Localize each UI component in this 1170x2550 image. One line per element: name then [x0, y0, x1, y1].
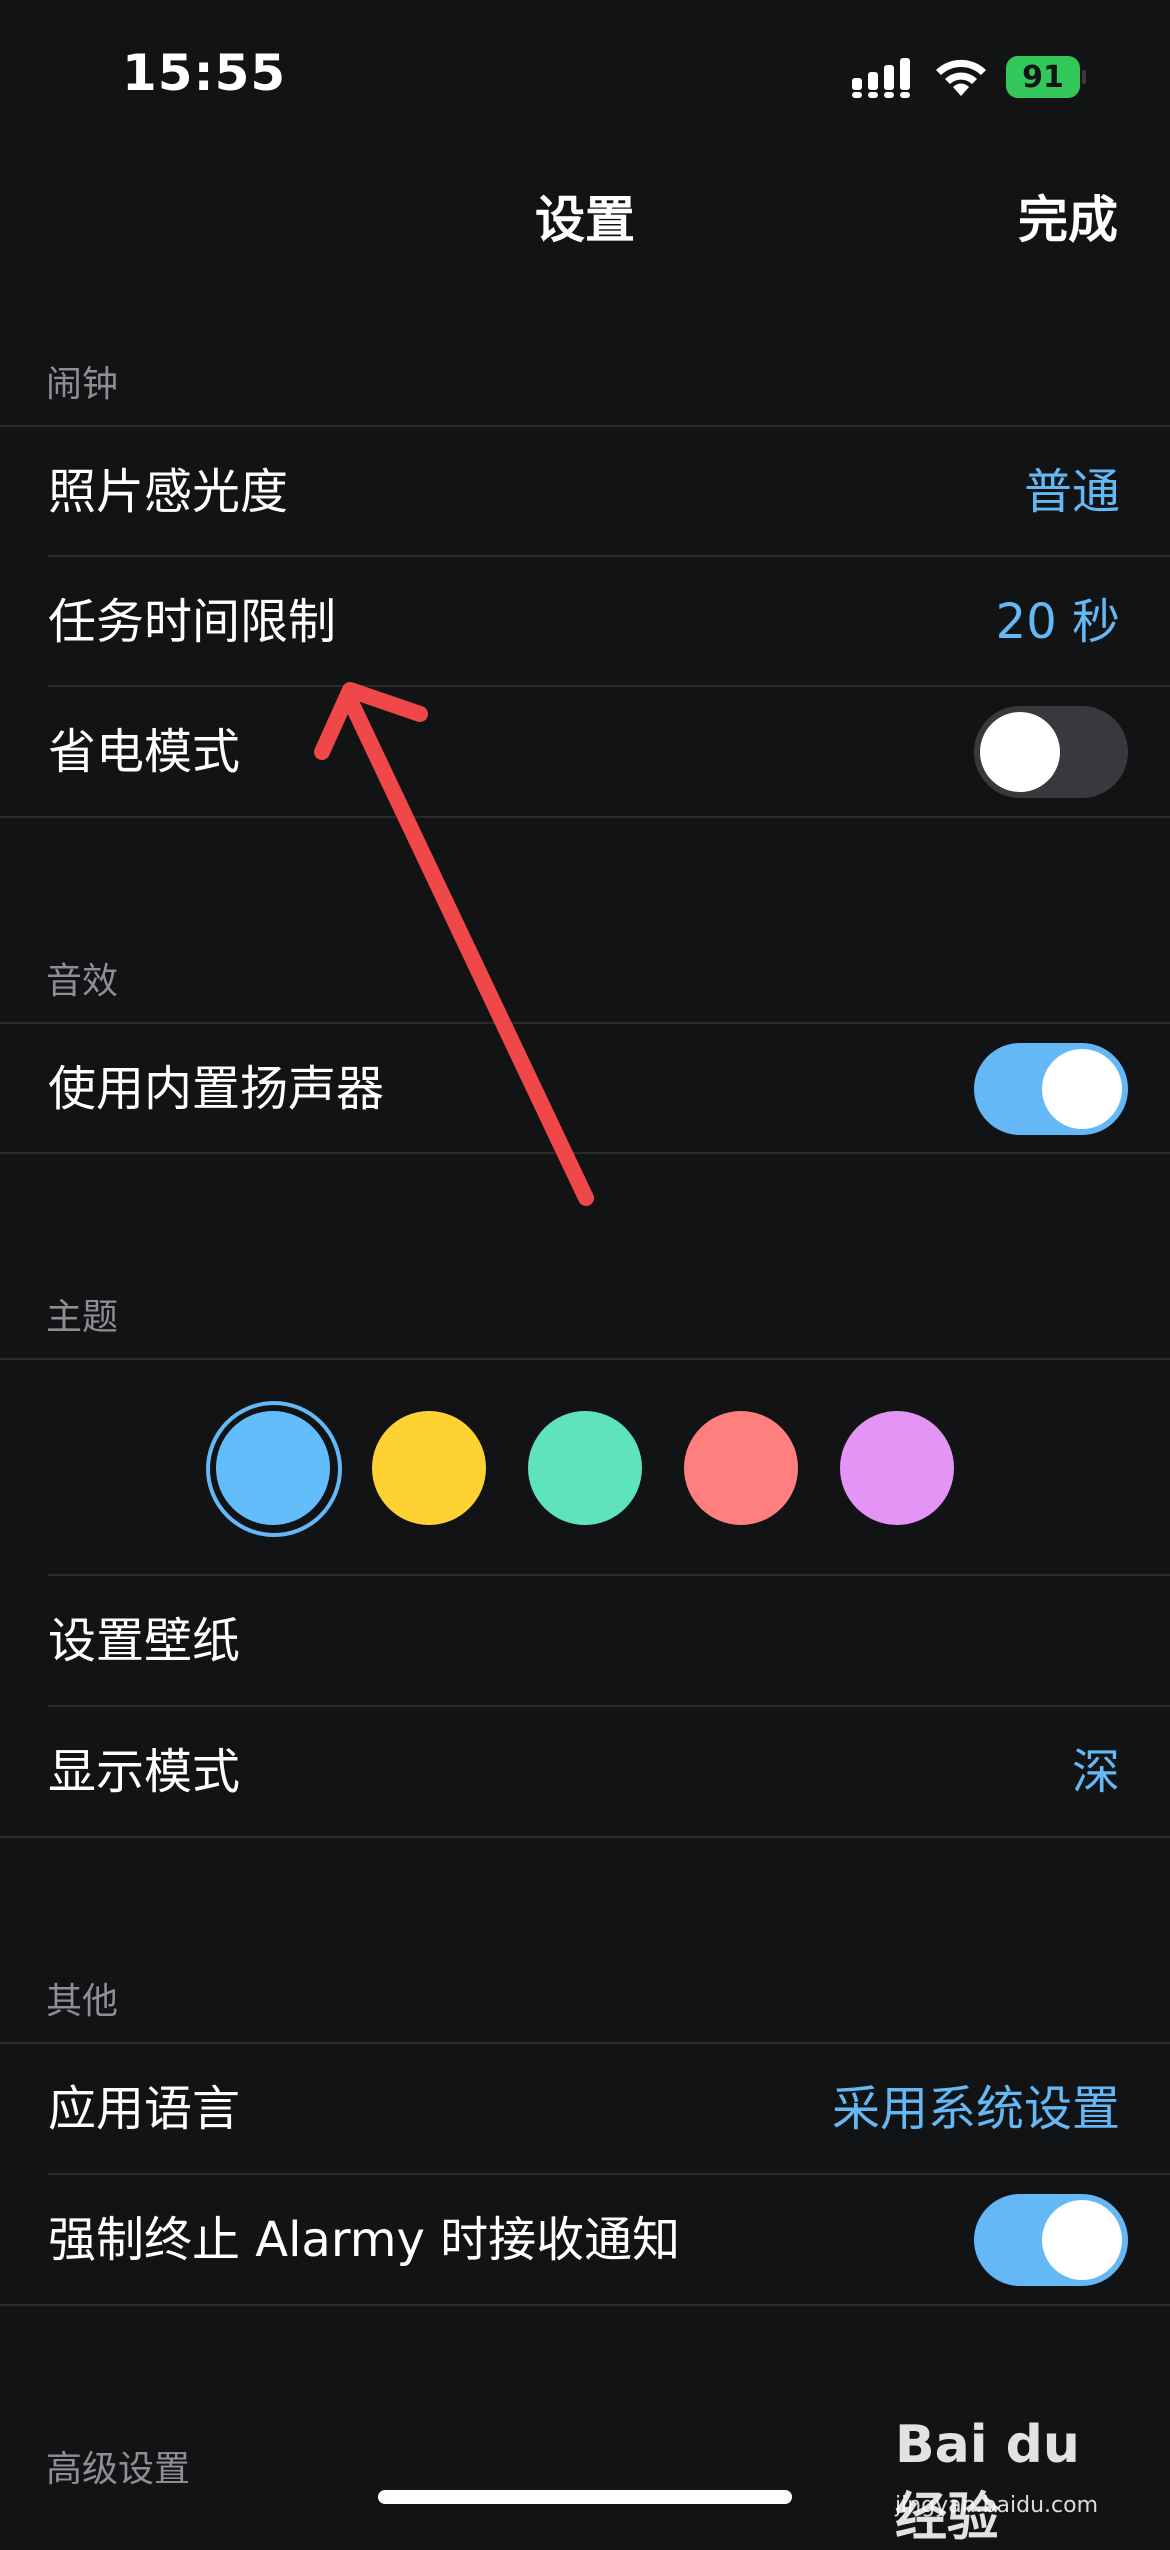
photo-sensitivity-value: 普通	[1023, 464, 1120, 520]
section-header-alarm: 闹钟	[46, 364, 119, 405]
theme-color-blue[interactable]	[206, 1401, 342, 1537]
watermark-brand: Bai du 经验	[895, 2415, 1080, 2548]
divider	[0, 2304, 1170, 2306]
display-mode-value: 深	[1071, 1744, 1120, 1800]
done-button[interactable]: 完成	[1018, 180, 1118, 252]
watermark-url: jingyan.baidu.com	[895, 2493, 1099, 2518]
force-quit-notify-label: 强制终止 Alarmy 时接收通知	[48, 2212, 681, 2268]
task-time-limit-label: 任务时间限制	[48, 594, 337, 650]
wallpaper-row[interactable]: 设置壁纸	[0, 1576, 1170, 1706]
home-indicator	[378, 2490, 792, 2504]
divider	[0, 1152, 1170, 1154]
task-time-limit-value: 20 秒	[995, 594, 1120, 650]
power-saving-row: 省电模式	[0, 687, 1170, 817]
battery-icon: 91	[1006, 56, 1086, 98]
builtin-speaker-label: 使用内置扬声器	[48, 1061, 385, 1117]
photo-sensitivity-row[interactable]: 照片感光度 普通	[0, 427, 1170, 557]
status-time: 15:55	[122, 44, 287, 102]
wallpaper-label: 设置壁纸	[48, 1613, 241, 1669]
divider	[0, 1358, 1170, 1360]
section-header-sound: 音效	[46, 961, 119, 1002]
theme-color-green[interactable]	[528, 1411, 642, 1525]
app-language-label: 应用语言	[48, 2081, 241, 2137]
app-language-row[interactable]: 应用语言 采用系统设置	[0, 2044, 1170, 2174]
force-quit-notify-toggle[interactable]	[974, 2194, 1128, 2286]
display-mode-label: 显示模式	[48, 1744, 241, 1800]
photo-sensitivity-label: 照片感光度	[48, 464, 289, 520]
divider	[0, 1836, 1170, 1838]
power-saving-toggle[interactable]	[974, 706, 1128, 798]
page-title: 设置	[535, 191, 635, 249]
app-language-value: 采用系统设置	[831, 2081, 1120, 2137]
force-quit-notify-row: 强制终止 Alarmy 时接收通知	[0, 2175, 1170, 2305]
theme-color-yellow[interactable]	[372, 1411, 486, 1525]
status-bar: 15:55 91	[0, 0, 1170, 150]
section-header-theme: 主题	[46, 1297, 119, 1338]
power-saving-label: 省电模式	[48, 724, 241, 780]
wifi-icon	[936, 59, 986, 96]
section-header-advanced: 高级设置	[46, 2449, 191, 2490]
theme-color-purple[interactable]	[840, 1411, 954, 1525]
task-time-limit-row[interactable]: 任务时间限制 20 秒	[0, 557, 1170, 687]
baidu-watermark: Bai du 经验 jingyan.baidu.com	[895, 2415, 1145, 2548]
cellular-signal-icon	[852, 58, 910, 98]
builtin-speaker-toggle[interactable]	[974, 1043, 1128, 1135]
builtin-speaker-row: 使用内置扬声器	[0, 1024, 1170, 1154]
display-mode-row[interactable]: 显示模式 深	[0, 1707, 1170, 1837]
section-header-other: 其他	[46, 1981, 119, 2022]
battery-level: 91	[1022, 60, 1064, 95]
divider	[0, 816, 1170, 818]
theme-color-red[interactable]	[684, 1411, 798, 1525]
